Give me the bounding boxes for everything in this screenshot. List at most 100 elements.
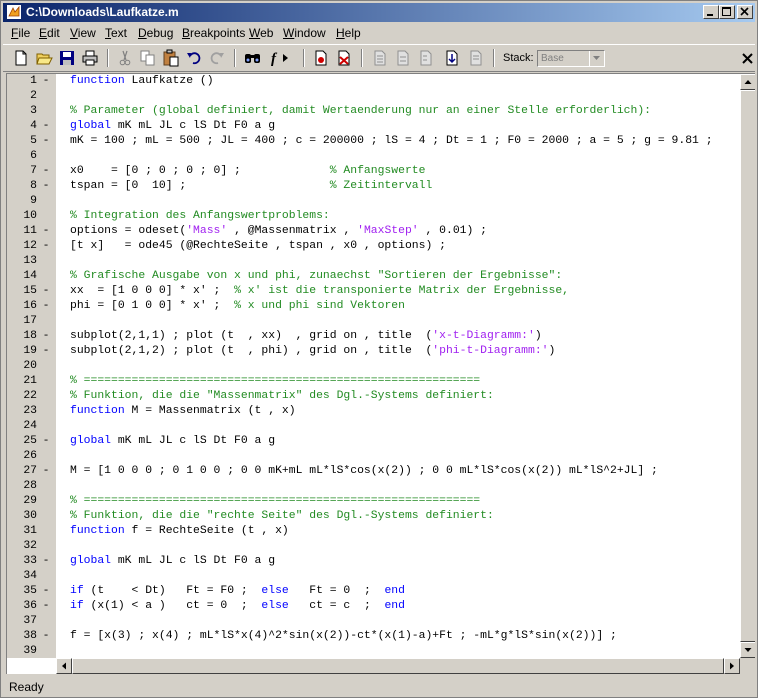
menu-text[interactable]: Text: [105, 26, 127, 40]
undo-button[interactable]: [185, 49, 203, 67]
horizontal-scroll-thumb[interactable]: [72, 658, 724, 674]
exit-debug-button[interactable]: [467, 49, 485, 67]
breakpoint-marker[interactable]: -: [42, 239, 50, 254]
vertical-scrollbar[interactable]: [740, 74, 755, 658]
code-line[interactable]: 5- mK = 100 ; mL = 500 ; JL = 400 ; c = 2…: [7, 134, 739, 149]
code-line[interactable]: 3 % Parameter (global definiert, damit We…: [7, 104, 739, 119]
breakpoint-marker[interactable]: -: [42, 299, 50, 314]
menu-view[interactable]: View: [70, 26, 96, 40]
close-window-button[interactable]: [737, 5, 753, 19]
code-line[interactable]: 7- x0 = [0 ; 0 ; 0 ; 0] ; % Anfangswerte: [7, 164, 739, 179]
continue-button[interactable]: [443, 49, 461, 67]
code-editor[interactable]: 1- function Laufkatze () 2 3% Parameter (gl…: [6, 73, 755, 674]
menu-web[interactable]: Web: [249, 26, 273, 40]
code-line[interactable]: 27- M = [1 0 0 0 ; 0 1 0 0 ; 0 0 mK+mL mL…: [7, 464, 739, 479]
code-line[interactable]: 12- [t x] = ode45 (@RechteSeite , tspan ,…: [7, 239, 739, 254]
breakpoint-marker[interactable]: -: [42, 329, 50, 344]
redo-button[interactable]: [208, 49, 226, 67]
breakpoint-marker[interactable]: -: [42, 629, 50, 644]
code-line[interactable]: 23 function M = Massenmatrix (t , x): [7, 404, 739, 419]
step-out-button[interactable]: [417, 49, 435, 67]
menu-file[interactable]: File: [11, 26, 30, 40]
copy-button[interactable]: [139, 49, 157, 67]
code-line[interactable]: 26: [7, 449, 739, 464]
breakpoint-marker[interactable]: -: [42, 164, 50, 179]
code-line[interactable]: 6: [7, 149, 739, 164]
breakpoint-marker[interactable]: -: [42, 134, 50, 149]
open-button[interactable]: [35, 49, 53, 67]
code-line[interactable]: 28: [7, 479, 739, 494]
breakpoint-marker[interactable]: -: [42, 464, 50, 479]
minimize-button[interactable]: [703, 5, 719, 19]
breakpoint-marker[interactable]: -: [42, 554, 50, 569]
breakpoint-marker[interactable]: -: [42, 224, 50, 239]
breakpoint-marker[interactable]: -: [42, 584, 50, 599]
horizontal-scrollbar[interactable]: [56, 658, 740, 674]
code-line[interactable]: 10 % Integration des Anfangswertproblems:: [7, 209, 739, 224]
title-bar[interactable]: C:\Downloads\Laufkatze.m: [3, 3, 755, 22]
code-line[interactable]: 20: [7, 359, 739, 374]
code-line[interactable]: 32: [7, 539, 739, 554]
code-line[interactable]: 25- global mK mL JL c lS Dt F0 a g: [7, 434, 739, 449]
paste-button[interactable]: [162, 49, 180, 67]
new-file-button[interactable]: [12, 49, 30, 67]
vertical-scroll-thumb[interactable]: [740, 90, 755, 642]
scroll-up-button[interactable]: [740, 74, 755, 90]
function-browser-button[interactable]: f: [269, 49, 295, 67]
scroll-left-button[interactable]: [56, 658, 72, 674]
step-button[interactable]: [371, 49, 389, 67]
breakpoint-marker[interactable]: -: [42, 599, 50, 614]
breakpoint-marker[interactable]: -: [42, 74, 50, 89]
print-button[interactable]: [81, 49, 99, 67]
code-line[interactable]: 16- phi = [0 1 0 0] * x' ; % x und phi si…: [7, 299, 739, 314]
breakpoint-marker[interactable]: -: [42, 119, 50, 134]
code-line[interactable]: 24: [7, 419, 739, 434]
code-line[interactable]: 33- global mK mL JL c lS Dt F0 a g: [7, 554, 739, 569]
code-line[interactable]: 30 % Funktion, die die "rechte Seite" des…: [7, 509, 739, 524]
code-line[interactable]: 34: [7, 569, 739, 584]
code-line[interactable]: 2: [7, 89, 739, 104]
save-button[interactable]: [58, 49, 76, 67]
code-line[interactable]: 4- global mK mL JL c lS Dt F0 a g: [7, 119, 739, 134]
code-line[interactable]: 9: [7, 194, 739, 209]
code-line[interactable]: 8- tspan = [0 10] ; % Zeitintervall: [7, 179, 739, 194]
code-line[interactable]: 36- if (x(1) < a ) ct = 0 ; else ct = c ;…: [7, 599, 739, 614]
code-line[interactable]: 21 % ====================================…: [7, 374, 739, 389]
code-line[interactable]: 14 % Grafische Ausgabe von x und phi, zun…: [7, 269, 739, 284]
code-line[interactable]: 19- subplot(2,1,2) ; plot (t , phi) , gri…: [7, 344, 739, 359]
breakpoint-marker[interactable]: -: [42, 344, 50, 359]
menu-help[interactable]: Help: [336, 26, 361, 40]
code-line[interactable]: 35- if (t < Dt) Ft = F0 ; else Ft = 0 ; e…: [7, 584, 739, 599]
menu-window[interactable]: Window: [283, 26, 326, 40]
menu-breakpoints[interactable]: Breakpoints: [182, 26, 245, 40]
code-lines[interactable]: 1- function Laufkatze () 2 3% Parameter (gl…: [7, 74, 739, 658]
code-line[interactable]: 31 function f = RechteSeite (t , x): [7, 524, 739, 539]
cut-button[interactable]: [116, 49, 134, 67]
breakpoint-marker[interactable]: -: [42, 284, 50, 299]
code-line[interactable]: 37: [7, 614, 739, 629]
code-line[interactable]: 18- subplot(2,1,1) ; plot (t , xx) , grid…: [7, 329, 739, 344]
maximize-button[interactable]: [719, 5, 735, 19]
stack-dropdown-button[interactable]: [589, 51, 604, 66]
scroll-down-button[interactable]: [740, 642, 755, 658]
scroll-right-button[interactable]: [724, 658, 740, 674]
clear-breakpoints-button[interactable]: [335, 49, 353, 67]
menu-edit[interactable]: Edit: [39, 26, 60, 40]
step-in-button[interactable]: [394, 49, 412, 67]
code-line[interactable]: 1- function Laufkatze (): [7, 74, 739, 89]
breakpoint-marker[interactable]: -: [42, 434, 50, 449]
code-line[interactable]: 11- options = odeset('Mass' , @Massenmatr…: [7, 224, 739, 239]
code-line[interactable]: 39: [7, 644, 739, 659]
code-line[interactable]: 13: [7, 254, 739, 269]
close-document-icon[interactable]: [740, 51, 755, 66]
code-line[interactable]: 15- xx = [1 0 0 0] * x' ; % x' ist die tr…: [7, 284, 739, 299]
code-line[interactable]: 22 % Funktion, die die "Massenmatrix" des…: [7, 389, 739, 404]
code-line[interactable]: 29 % ====================================…: [7, 494, 739, 509]
breakpoint-marker[interactable]: -: [42, 179, 50, 194]
code-line[interactable]: 38- f = [x(3) ; x(4) ; mL*lS*x(4)^2*sin(x…: [7, 629, 739, 644]
menu-debug[interactable]: Debug: [138, 26, 173, 40]
code-line[interactable]: 17: [7, 314, 739, 329]
set-breakpoint-button[interactable]: [312, 49, 330, 67]
stack-select[interactable]: Base: [537, 50, 605, 67]
find-button[interactable]: [244, 49, 262, 67]
